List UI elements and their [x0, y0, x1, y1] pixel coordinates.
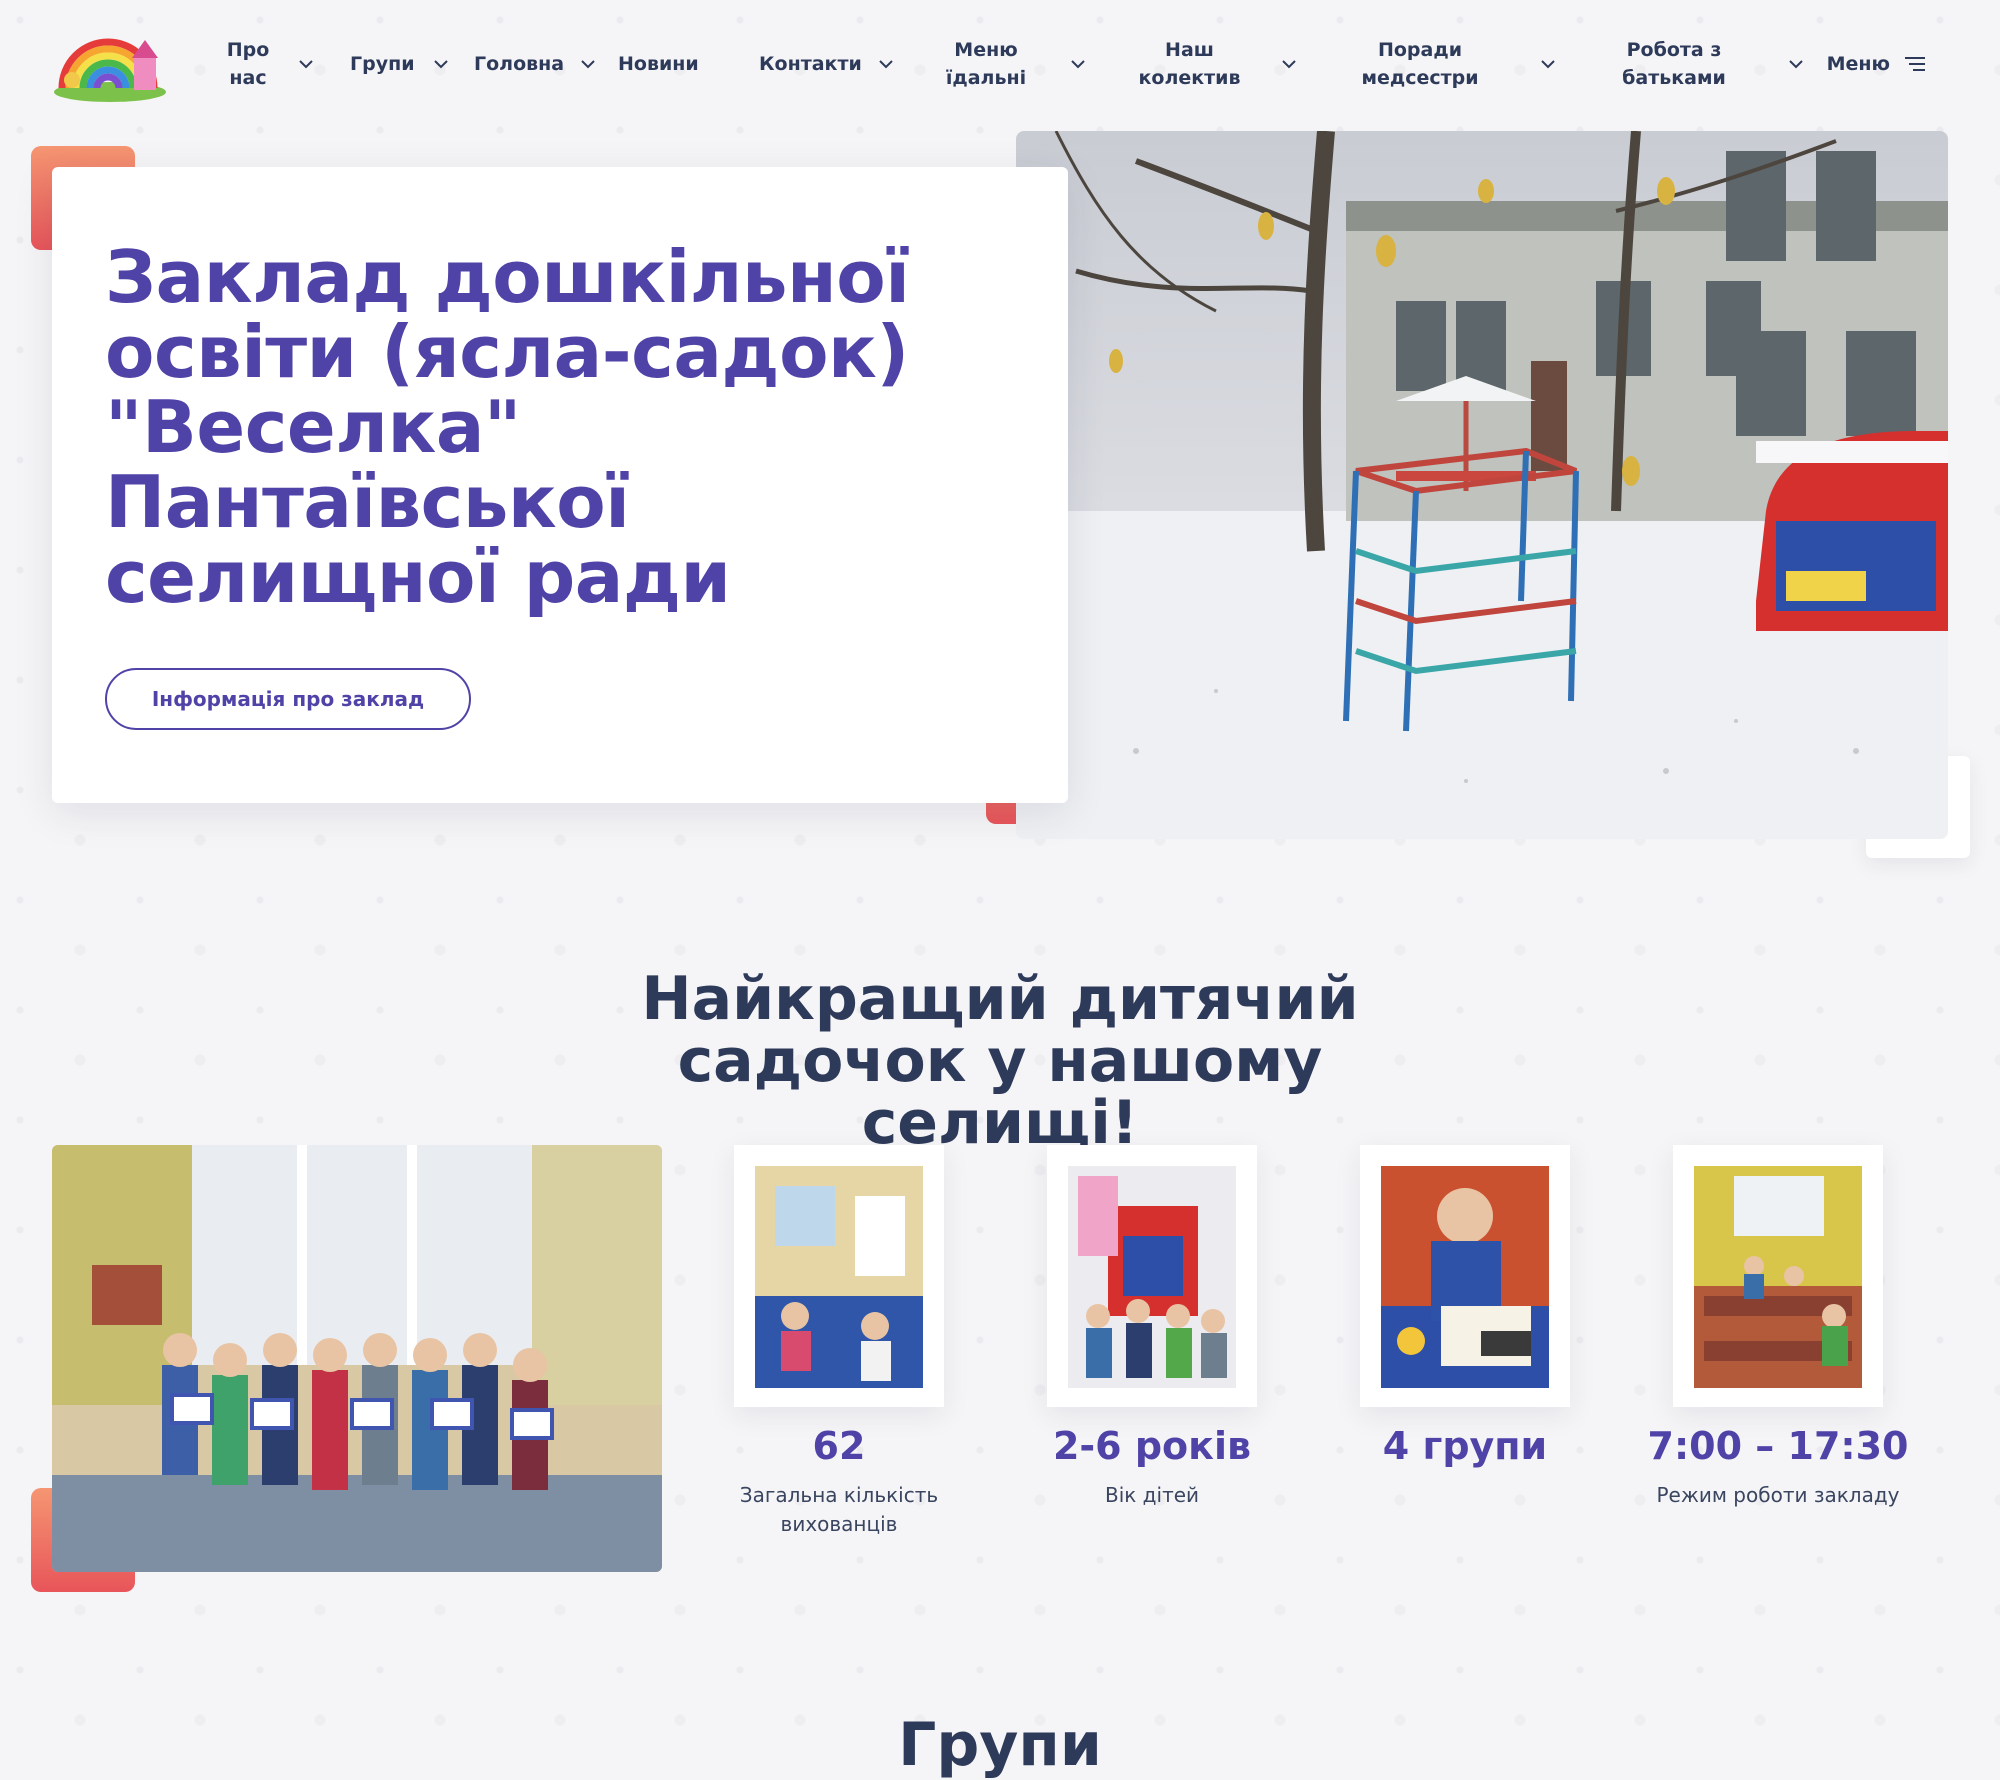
stat-value: 7:00 – 17:30: [1647, 1424, 1909, 1468]
nav-label: Групи: [350, 53, 415, 75]
stat-children-age: 2-6 років Вік дітей: [997, 1145, 1307, 1510]
nav-item-novyny[interactable]: Новини: [618, 0, 699, 128]
nav-item-pro-nas[interactable]: Про нас: [222, 0, 316, 128]
chevron-down-icon: [581, 60, 595, 69]
hero-photo-kindergarten-winter: [1016, 131, 1948, 839]
stat-total-pupils: 62 Загальна кількість вихованців: [684, 1145, 994, 1539]
nav-label: Робота з батьками: [1622, 39, 1726, 89]
section-title-text: Найкращий дитячий садочок у нашому селищ…: [641, 964, 1359, 1158]
stat-value: 2-6 років: [1052, 1424, 1252, 1468]
stat-value: 4 групи: [1382, 1424, 1548, 1468]
hero-title: Заклад дошкільної освіти (ясла-садок) "В…: [105, 235, 910, 619]
nav-label: Про нас: [226, 39, 270, 89]
stat-value: 62: [812, 1424, 866, 1468]
nav-label: Контакти: [759, 53, 862, 75]
stat-label: Загальна кількість вихованців: [739, 1483, 939, 1536]
stat-photo-card: [1673, 1145, 1883, 1407]
stat-photo-card: [734, 1145, 944, 1407]
stat-label: Режим роботи закладу: [1656, 1483, 1900, 1507]
nav-label: Меню їдальні: [945, 39, 1027, 89]
nav-label: Поради медсестри: [1361, 39, 1479, 89]
stat-label: Вік дітей: [1104, 1483, 1200, 1507]
stat-photo: [1068, 1166, 1236, 1388]
nav-item-robota-z-batkamy[interactable]: Робота з батьками: [1614, 0, 1806, 128]
photo-children-group: [52, 1145, 662, 1572]
nav-item-nash-kolektyv[interactable]: Наш колектив: [1132, 0, 1299, 128]
nav-item-porady-medsestry[interactable]: Поради медсестри: [1354, 0, 1558, 128]
stat-photo: [755, 1166, 923, 1388]
chevron-down-icon: [1282, 60, 1296, 69]
stat-photo-card: [1360, 1145, 1570, 1407]
nav-item-kontakty[interactable]: Контакти: [759, 0, 896, 128]
groups-section-title: Групи: [898, 1710, 1102, 1780]
nav-item-holovna[interactable]: Головна: [474, 0, 598, 128]
chevron-down-icon: [879, 60, 893, 69]
nav-label: Головна: [474, 53, 565, 75]
chevron-down-icon: [1541, 60, 1555, 69]
stat-groups-count: 4 групи: [1310, 1145, 1620, 1481]
stat-photo-card: [1047, 1145, 1257, 1407]
chevron-down-icon: [1071, 60, 1085, 69]
stat-working-hours: 7:00 – 17:30 Режим роботи закладу: [1623, 1145, 1933, 1510]
site-logo[interactable]: [50, 22, 168, 104]
info-about-institution-button[interactable]: Інформація про заклад: [105, 668, 471, 730]
section-title: Найкращий дитячий садочок у нашому селищ…: [0, 968, 2000, 1154]
chevron-down-icon: [433, 60, 448, 69]
site-header: Про нас Групи Головна Новини Контакти Ме…: [0, 0, 2000, 128]
chevron-down-icon: [299, 60, 313, 69]
menu-label: Меню: [1826, 53, 1890, 75]
hamburger-menu-icon: [1905, 57, 1925, 71]
chevron-down-icon: [1789, 60, 1803, 69]
main-menu-button[interactable]: Меню: [1827, 0, 1926, 128]
nav-item-menu-idalni[interactable]: Меню їдальні: [936, 0, 1088, 128]
nav-label: Наш колектив: [1138, 39, 1241, 89]
stat-photo: [1694, 1166, 1862, 1388]
nav-label: Новини: [618, 53, 699, 75]
nav-item-hrupy[interactable]: Групи: [350, 0, 451, 128]
stat-photo: [1381, 1166, 1549, 1388]
